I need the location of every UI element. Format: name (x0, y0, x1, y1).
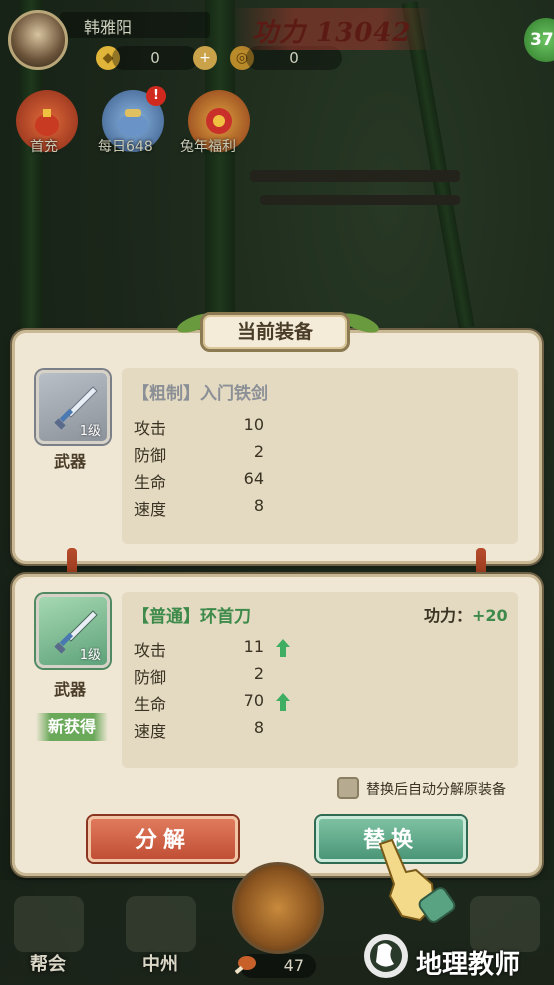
mountain-icon[interactable] (126, 896, 196, 952)
drumstick-icon (234, 956, 256, 975)
stat-label: 速度 (134, 722, 167, 741)
decompose-button[interactable]: 分解 (88, 816, 238, 862)
stat-label: 生命 (134, 695, 167, 714)
current-equipment-title: 当前装备 (200, 312, 350, 352)
stat-row-hp: 生命 64 (134, 469, 294, 493)
stat-row-speed: 速度 8 (134, 496, 294, 520)
stat-value: 2 (253, 442, 264, 461)
stat-value: 70 (243, 691, 264, 710)
lantern-icon-graphic (206, 108, 232, 134)
treasure-pouch-icon-graphic (118, 109, 148, 136)
new-weapon-slot[interactable]: 1级 (36, 594, 110, 668)
character-portrait[interactable] (232, 862, 324, 954)
current-weapon-slot[interactable]: 1级 (36, 370, 110, 444)
tutorial-hand-pointer-icon (378, 838, 456, 923)
stat-value: 2 (253, 664, 264, 683)
add-icon[interactable]: + (193, 46, 217, 70)
guild-icon[interactable] (14, 896, 84, 952)
event-first-recharge-label: 首充 (30, 139, 58, 155)
stat-row-attack: 攻击 11 (134, 637, 294, 661)
stat-row-speed: 速度 8 (134, 718, 294, 742)
increase-arrow-icon (276, 693, 290, 711)
stat-value: 11 (243, 637, 264, 656)
notification-badge: ! (146, 86, 166, 106)
stat-value: 64 (243, 469, 264, 488)
stat-row-defense: 防御 2 (134, 664, 294, 688)
increase-arrow-icon (276, 639, 290, 657)
stat-label: 攻击 (134, 419, 167, 438)
total-power: 功力 13042 (252, 18, 412, 48)
power-change-label: 功力： (424, 606, 473, 625)
new-acquired-tag: 新获得 (36, 713, 108, 741)
new-item-name: 【普通】环首刀 (132, 607, 251, 627)
player-name: 韩雅阳 (84, 18, 133, 37)
stat-value: 8 (253, 718, 264, 737)
event-rabbit-year-label: 兔年福利 (180, 139, 236, 155)
stat-label: 攻击 (134, 641, 167, 660)
nav-zhongzhou[interactable]: 中州 (142, 950, 178, 976)
stat-label: 生命 (134, 473, 167, 492)
stat-row-defense: 防御 2 (134, 442, 294, 466)
stat-value: 10 (243, 415, 264, 434)
stat-label: 防御 (134, 668, 167, 687)
auto-decompose-label: 替换后自动分解原装备 (366, 782, 506, 798)
current-item-name: 【粗制】入门铁剑 (132, 384, 268, 404)
gift-bag-icon-graphic (35, 109, 59, 136)
slot-type-label: 武器 (54, 680, 87, 699)
stat-row-hp: 生命 70 (134, 691, 294, 715)
power-change: 功力：+20 (424, 602, 508, 626)
stat-label: 速度 (134, 500, 167, 519)
stat-value: 8 (253, 496, 264, 515)
nav-guild[interactable]: 帮会 (30, 950, 66, 976)
stat-row-attack: 攻击 10 (134, 415, 294, 439)
slot-level: 1级 (79, 648, 101, 663)
player-avatar[interactable] (8, 10, 68, 70)
watermark-text: 地理教师 (416, 950, 521, 980)
player-name-bar (60, 12, 210, 38)
power-change-value: +20 (472, 606, 508, 625)
event-daily-648-label: 每日648 (98, 139, 153, 155)
auto-decompose-checkbox[interactable] (337, 777, 359, 799)
ingot-count: 0 (112, 46, 198, 70)
slot-level: 1级 (79, 424, 101, 439)
stat-label: 防御 (134, 446, 167, 465)
slot-type-label: 武器 (54, 452, 87, 471)
